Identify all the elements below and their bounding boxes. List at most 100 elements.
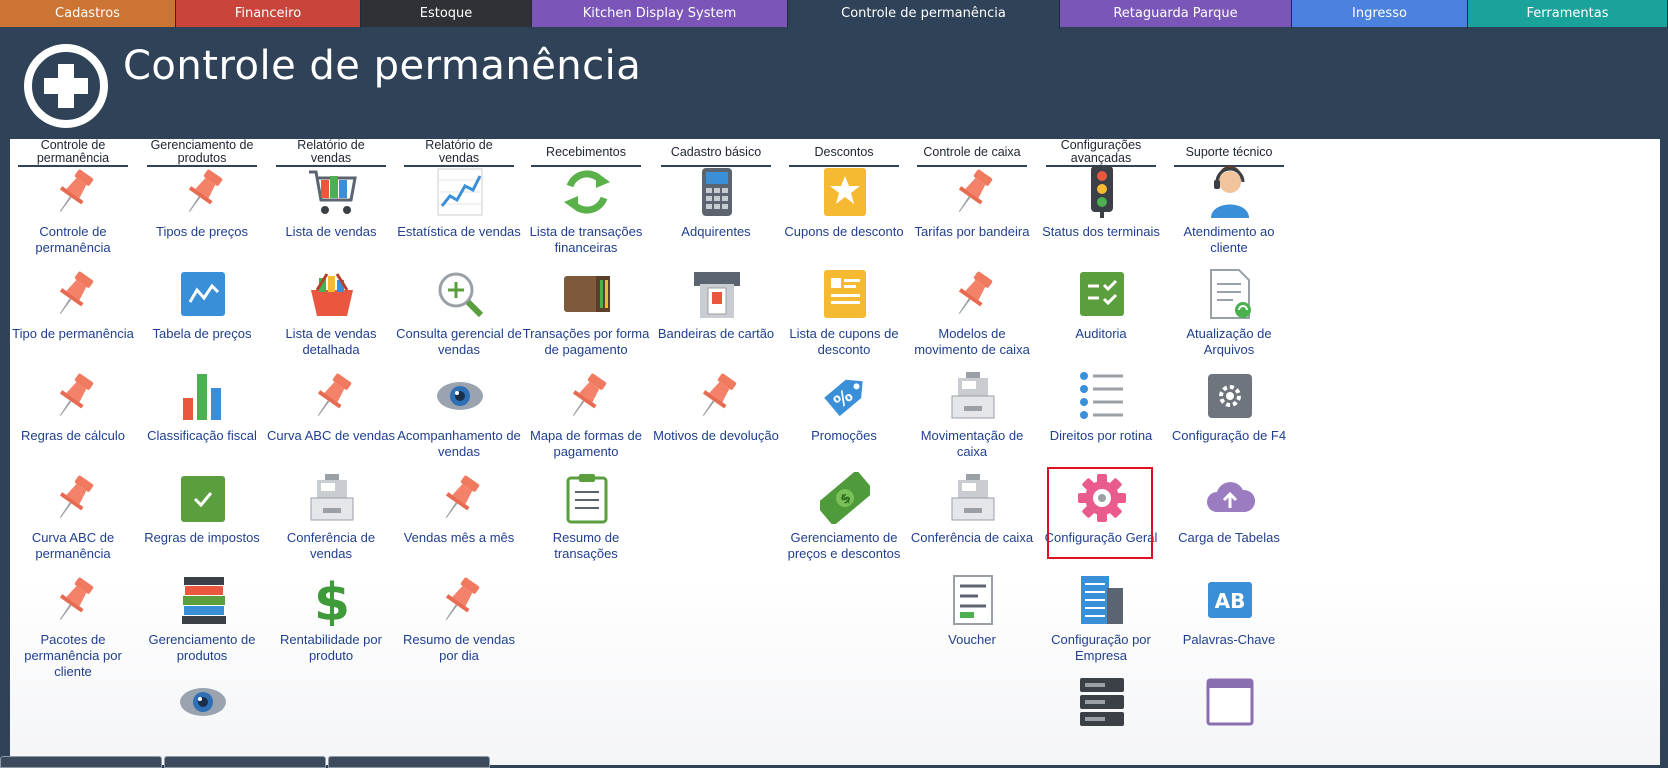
menu-item-label: Gerenciamento de preços e descontos	[787, 530, 901, 561]
menu-item[interactable]: Pacotes de permanência por cliente	[10, 574, 138, 679]
menu-item[interactable]: Lista de transações financeiras	[521, 166, 651, 266]
eye-icon	[178, 676, 228, 728]
menu-item-label: Consulta gerencial de vendas	[396, 326, 522, 357]
register-icon	[948, 370, 998, 422]
menu-item-label: Tipo de permanência	[12, 326, 134, 341]
coupon-list-icon	[820, 268, 870, 320]
menu-item[interactable]: $ Gerenciamento de preços e descontos	[779, 471, 909, 572]
menu-item[interactable]: Auditoria	[1036, 268, 1166, 368]
line-chart-icon	[435, 166, 485, 218]
menu-item-label: Estatística de vendas	[397, 224, 521, 239]
pin-icon	[49, 574, 99, 626]
tab-controle-de-permanencia[interactable]: Controle de permanência	[788, 0, 1060, 29]
pin-icon	[49, 166, 99, 218]
cart-icon	[307, 166, 357, 218]
bottom-button-2[interactable]	[164, 756, 326, 768]
menu-item-label: Tarifas por bandeira	[914, 224, 1030, 239]
tab-cadastros[interactable]: Cadastros	[0, 0, 176, 29]
menu-item[interactable]: Regras de impostos	[137, 472, 267, 572]
basket-icon	[307, 268, 357, 320]
menu-item[interactable]: Estatística de vendas	[394, 166, 524, 266]
menu-item[interactable]: Configuração Geral	[1036, 467, 1166, 572]
menu-item[interactable]: Classificação fiscal	[137, 370, 267, 470]
menu-item[interactable]: Voucher	[907, 574, 1037, 674]
menu-item-label: Voucher	[948, 632, 996, 647]
column-header: Relatório de vendas	[276, 139, 386, 167]
menu-item[interactable]: Gerenciamento de produtos	[137, 574, 267, 674]
menu-item[interactable]: Direitos por rotina	[1036, 370, 1166, 470]
menu-item[interactable]: Resumo de transações	[521, 472, 651, 572]
menu-item[interactable]	[1164, 676, 1294, 765]
menu-item[interactable]: Adquirentes	[651, 166, 781, 266]
column-header: Recebimentos	[531, 139, 641, 167]
menu-item-label: Promoções	[811, 428, 877, 443]
tab-estoque[interactable]: Estoque	[361, 0, 532, 29]
menu-item[interactable]: Cupons de desconto	[779, 166, 909, 266]
menu-item-label: Conferência de vendas	[286, 530, 376, 561]
menu-item[interactable]: Bandeiras de cartão	[651, 268, 781, 368]
menu-item-label: Movimentação de caixa	[920, 428, 1024, 459]
menu-item[interactable]: Acompanhamento de vendas	[394, 370, 524, 470]
tab-retaguarda-parque[interactable]: Retaguarda Parque	[1060, 0, 1292, 29]
menu-item[interactable]: Tarifas por bandeira	[907, 166, 1037, 266]
menu-item[interactable]: Atendimento ao cliente	[1164, 166, 1294, 266]
menu-item[interactable]: Resumo de vendas por dia	[394, 574, 524, 674]
menu-item-label: Atendimento ao cliente	[1183, 224, 1275, 255]
menu-item-label: Lista de cupons de desconto	[789, 326, 899, 357]
menu-item[interactable]: Atualização de Arquivos	[1164, 268, 1294, 368]
menu-item[interactable]: Mapa de formas de pagamento	[521, 370, 651, 470]
tab-ingresso[interactable]: Ingresso	[1292, 0, 1468, 29]
pin-icon	[49, 472, 99, 524]
menu-item[interactable]: Status dos terminais	[1036, 166, 1166, 266]
menu-item[interactable]: Tipos de preços	[137, 166, 267, 266]
pin-icon	[49, 370, 99, 422]
bottom-button-3[interactable]	[328, 756, 490, 768]
pin-icon	[948, 166, 998, 218]
menu-item[interactable]	[137, 676, 267, 765]
menu-item-label: Gerenciamento de produtos	[148, 632, 256, 663]
menu-item[interactable]: Motivos de devolução	[651, 370, 781, 470]
wallet-icon	[562, 268, 612, 320]
tab-kitchen-display-system[interactable]: Kitchen Display System	[532, 0, 788, 29]
menu-item[interactable]: Lista de vendas	[266, 166, 396, 266]
tab-financeiro[interactable]: Financeiro	[176, 0, 361, 29]
menu-item[interactable]: Lista de cupons de desconto	[779, 268, 909, 368]
tab-ferramentas[interactable]: Ferramentas	[1468, 0, 1668, 29]
menu-item-label: Acompanhamento de vendas	[397, 428, 521, 459]
menu-item[interactable]: Regras de cálculo	[10, 370, 138, 470]
menu-item[interactable]: Vendas mês a mês	[394, 472, 524, 572]
menu-item-label: Vendas mês a mês	[403, 530, 515, 545]
menu-item[interactable]	[1036, 676, 1166, 765]
menu-item[interactable]: Controle de permanência	[10, 166, 138, 266]
menu-item-label: Adquirentes	[681, 224, 751, 239]
menu-item[interactable]: AB Palavras-Chave	[1164, 574, 1294, 674]
menu-item[interactable]: Curva ABC de vendas	[266, 370, 396, 470]
support-agent-icon	[1205, 166, 1255, 218]
menu-item[interactable]: Carga de Tabelas	[1164, 472, 1294, 572]
menu-item-label: Modelos de movimento de caixa	[914, 326, 1030, 357]
menu-item[interactable]: $ Rentabilidade por produto	[266, 573, 396, 674]
menu-item[interactable]: % Promoções	[779, 370, 909, 470]
menu-item[interactable]: Tabela de preços	[137, 268, 267, 368]
menu-item[interactable]: Conferência de caixa	[907, 472, 1037, 572]
column-header: Configurações avançadas	[1046, 139, 1156, 167]
menu-item[interactable]: Conferência de vendas	[266, 472, 396, 572]
menu-item-label: Regras de cálculo	[20, 428, 126, 443]
menu-item[interactable]: Modelos de movimento de caixa	[907, 268, 1037, 368]
menu-item-label: Palavras-Chave	[1182, 632, 1276, 647]
menu-item[interactable]: Transações por forma de pagamento	[521, 268, 651, 368]
menu-item[interactable]: Configuração por Empresa	[1036, 574, 1166, 674]
menu-item-label: Lista de transações financeiras	[529, 224, 643, 255]
menu-item[interactable]: Curva ABC de permanência	[10, 472, 138, 572]
menu-item[interactable]: Configuração de F4	[1164, 370, 1294, 470]
atm-icon	[692, 268, 742, 320]
eye-icon	[435, 370, 485, 422]
coupon-icon	[820, 166, 870, 218]
menu-item-label: Lista de vendas	[285, 224, 377, 239]
bottom-button-1[interactable]	[0, 756, 162, 768]
menu-item[interactable]: Lista de vendas detalhada	[266, 268, 396, 368]
menu-item[interactable]: Tipo de permanência	[10, 268, 138, 368]
refresh-icon	[562, 166, 612, 218]
menu-item[interactable]: Consulta gerencial de vendas	[394, 268, 524, 368]
menu-item[interactable]: Movimentação de caixa	[907, 370, 1037, 470]
